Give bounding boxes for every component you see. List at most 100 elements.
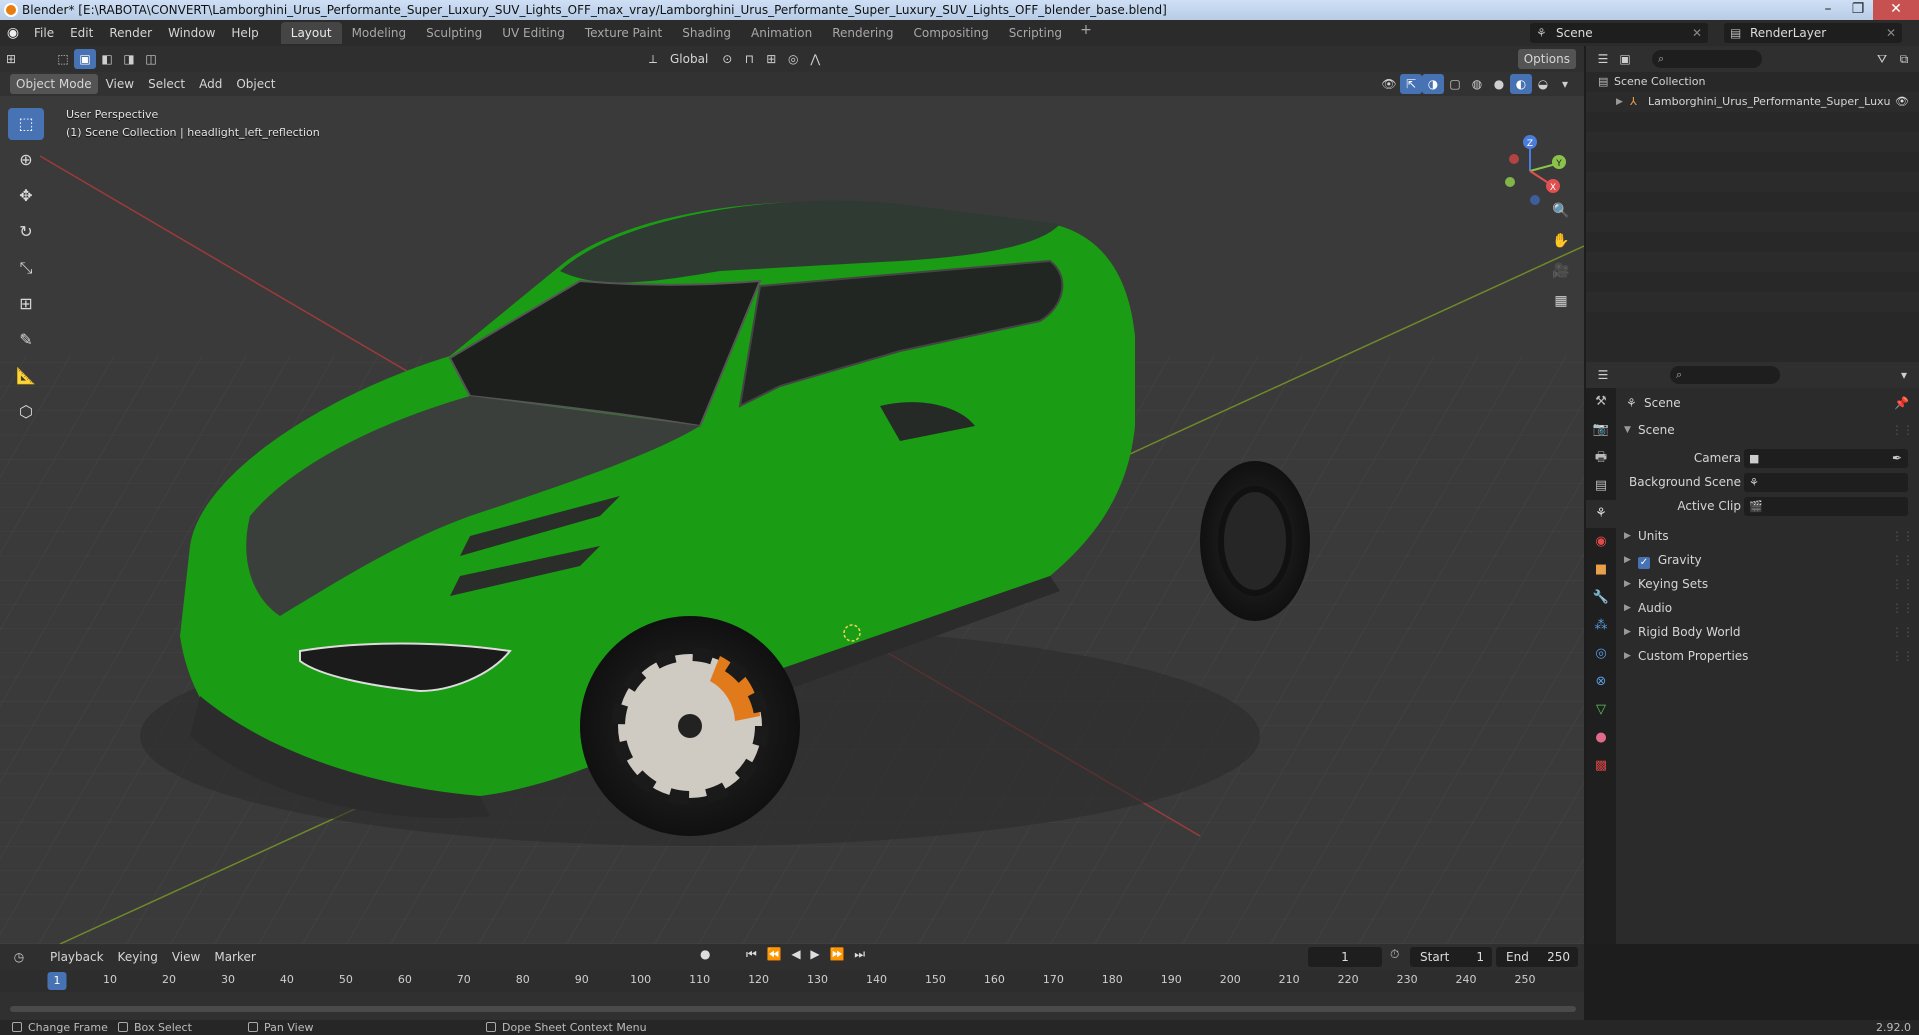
select-extend-icon[interactable]: ◧ xyxy=(96,49,118,69)
playback-menu[interactable]: Playback xyxy=(44,947,110,967)
audio-panel-header[interactable]: ▶ Audio ⋮⋮ xyxy=(1616,596,1919,620)
proportional-edit-icon[interactable]: ◎ xyxy=(782,49,804,69)
view-layer-selector[interactable]: ▤ RenderLayer ✕ xyxy=(1724,23,1902,43)
drag-handle-icon[interactable]: ⋮⋮ xyxy=(1891,596,1914,620)
tab-texture-paint[interactable]: Texture Paint xyxy=(575,22,672,44)
current-frame-marker[interactable]: 1 xyxy=(47,972,67,990)
material-tab-icon[interactable]: ● xyxy=(1586,724,1616,752)
start-frame-field[interactable]: Start 1 xyxy=(1410,947,1492,967)
object-tab-icon[interactable]: ■ xyxy=(1586,556,1616,584)
editor-type-icon[interactable]: ⊞ xyxy=(0,49,22,69)
stopwatch-icon[interactable]: ⏱ xyxy=(1390,947,1399,962)
drag-handle-icon[interactable]: ⋮⋮ xyxy=(1891,418,1914,442)
tool-tab-icon[interactable]: ⚒ xyxy=(1586,388,1616,416)
gravity-panel-header[interactable]: ▶ ✓ Gravity ⋮⋮ xyxy=(1616,548,1919,572)
gizmo-neg-z-icon[interactable] xyxy=(1530,195,1540,205)
outliner-row-scene-collection[interactable]: ▤ Scene Collection xyxy=(1586,72,1919,92)
particles-tab-icon[interactable]: ⁂ xyxy=(1586,612,1616,640)
drag-handle-icon[interactable]: ⋮⋮ xyxy=(1891,572,1914,596)
wireframe-shading-icon[interactable]: ◍ xyxy=(1466,74,1488,94)
end-frame-field[interactable]: End 250 xyxy=(1496,947,1578,967)
add-workspace-icon[interactable]: + xyxy=(1072,22,1100,44)
keying-menu[interactable]: Keying xyxy=(112,947,164,967)
tab-layout[interactable]: Layout xyxy=(280,22,342,44)
timeline-body[interactable] xyxy=(0,992,1584,1020)
overlay-toggle-icon[interactable]: ◑ xyxy=(1422,74,1444,94)
3d-viewport[interactable]: ⊞ ⬚ ▣ ◧ ◨ ◫ ⟂ Global ⊙ ⊓ ⊞ ◎ ⋀ Options O… xyxy=(0,46,1584,944)
camera-view-icon[interactable]: 🎥 xyxy=(1546,256,1576,286)
shading-options-icon[interactable]: ▾ xyxy=(1554,74,1576,94)
marker-menu[interactable]: Marker xyxy=(208,947,261,967)
eyedropper-icon[interactable]: ✒ xyxy=(1892,449,1902,468)
modifier-tab-icon[interactable]: 🔧 xyxy=(1586,584,1616,612)
add-cube-tool-icon[interactable]: ⬡ xyxy=(8,396,44,428)
select-subtract-icon[interactable]: ◨ xyxy=(118,49,140,69)
view-layer-remove-icon[interactable]: ✕ xyxy=(1886,23,1896,43)
snap-icon[interactable]: ⊓ xyxy=(738,49,760,69)
gizmo-toggle-icon[interactable]: ⇱ xyxy=(1400,74,1422,94)
measure-tool-icon[interactable]: 📐 xyxy=(8,360,44,392)
expand-arrow-icon[interactable]: ▶ xyxy=(1616,92,1623,112)
menu-help[interactable]: Help xyxy=(223,22,266,44)
constraints-tab-icon[interactable]: ⊗ xyxy=(1586,668,1616,696)
viewport-menu-object[interactable]: Object xyxy=(230,74,281,94)
playback-controls[interactable]: ⏮ ⏪ ◀ ▶ ⏩ ⏭ xyxy=(746,947,868,962)
background-scene-field[interactable]: ⚘ xyxy=(1744,473,1908,492)
select-tool-icon[interactable]: ⬚ xyxy=(52,49,74,69)
tab-compositing[interactable]: Compositing xyxy=(903,22,998,44)
tab-scripting[interactable]: Scripting xyxy=(999,22,1072,44)
transform-orientation-dropdown[interactable]: Global xyxy=(664,49,714,69)
select-intersect-icon[interactable]: ◫ xyxy=(140,49,162,69)
viewport-canvas[interactable]: Z Y X xyxy=(0,96,1584,944)
current-frame-field[interactable]: 1 xyxy=(1308,947,1382,967)
filter-icon[interactable]: ⛛ xyxy=(1871,49,1893,69)
outliner-search-input[interactable]: ⌕ xyxy=(1652,50,1762,68)
minimize-icon[interactable]: – xyxy=(1813,0,1843,20)
gizmo-neg-x-icon[interactable] xyxy=(1509,154,1519,164)
scene-panel-header[interactable]: ▼ Scene ⋮⋮ xyxy=(1616,418,1919,442)
pan-hand-icon[interactable]: ✋ xyxy=(1546,226,1576,256)
data-tab-icon[interactable]: ▽ xyxy=(1586,696,1616,724)
tab-uv-editing[interactable]: UV Editing xyxy=(492,22,575,44)
zoom-icon[interactable]: 🔍 xyxy=(1546,196,1576,226)
select-box-tool-icon[interactable]: ⬚ xyxy=(8,108,44,140)
cursor-tool-icon[interactable]: ⊕ xyxy=(8,144,44,176)
material-shading-icon[interactable]: ◐ xyxy=(1510,74,1532,94)
pivot-icon[interactable]: ⊙ xyxy=(716,49,738,69)
tab-sculpting[interactable]: Sculpting xyxy=(416,22,492,44)
rendered-shading-icon[interactable]: ◒ xyxy=(1532,74,1554,94)
eye-visibility-icon[interactable]: 👁 xyxy=(1895,92,1909,112)
restore-icon[interactable]: ❐ xyxy=(1843,0,1873,20)
active-clip-field[interactable]: 🎬 xyxy=(1744,497,1908,516)
menu-render[interactable]: Render xyxy=(101,22,160,44)
close-icon[interactable]: ✕ xyxy=(1873,0,1919,20)
tab-rendering[interactable]: Rendering xyxy=(822,22,903,44)
visibility-icon[interactable]: 👁 xyxy=(1378,74,1400,94)
timeline-view-menu[interactable]: View xyxy=(166,947,206,967)
falloff-icon[interactable]: ⋀ xyxy=(804,49,826,69)
physics-tab-icon[interactable]: ◎ xyxy=(1586,640,1616,668)
timeline-editor-type-icon[interactable]: ◷ xyxy=(8,947,30,967)
texture-tab-icon[interactable]: ▩ xyxy=(1586,752,1616,780)
blender-menu-icon[interactable]: ◉ xyxy=(0,25,26,41)
gizmo-neg-y-icon[interactable] xyxy=(1505,177,1515,187)
camera-field[interactable]: ■ ✒ xyxy=(1744,449,1908,468)
units-panel-header[interactable]: ▶ Units ⋮⋮ xyxy=(1616,524,1919,548)
scene-remove-icon[interactable]: ✕ xyxy=(1692,23,1702,43)
custom-properties-panel-header[interactable]: ▶ Custom Properties ⋮⋮ xyxy=(1616,644,1919,668)
select-new-icon[interactable]: ▣ xyxy=(74,49,96,69)
drag-handle-icon[interactable]: ⋮⋮ xyxy=(1891,620,1914,644)
transform-tool-icon[interactable]: ⊞ xyxy=(8,288,44,320)
new-collection-icon[interactable]: ⧉ xyxy=(1893,49,1915,69)
outliner-editor-type-icon[interactable]: ☰ xyxy=(1592,49,1614,69)
object-mode-dropdown[interactable]: Object Mode xyxy=(10,74,98,94)
scene-selector[interactable]: ⚘ Scene ✕ xyxy=(1530,23,1708,43)
properties-editor-type-icon[interactable]: ☰ xyxy=(1592,365,1614,385)
tab-animation[interactable]: Animation xyxy=(741,22,822,44)
rigid-body-world-panel-header[interactable]: ▶ Rigid Body World ⋮⋮ xyxy=(1616,620,1919,644)
view-layer-tab-icon[interactable]: ▤ xyxy=(1586,472,1616,500)
menu-file[interactable]: File xyxy=(26,22,62,44)
tab-modeling[interactable]: Modeling xyxy=(342,22,417,44)
viewport-menu-select[interactable]: Select xyxy=(142,74,191,94)
rotate-tool-icon[interactable]: ↻ xyxy=(8,216,44,248)
